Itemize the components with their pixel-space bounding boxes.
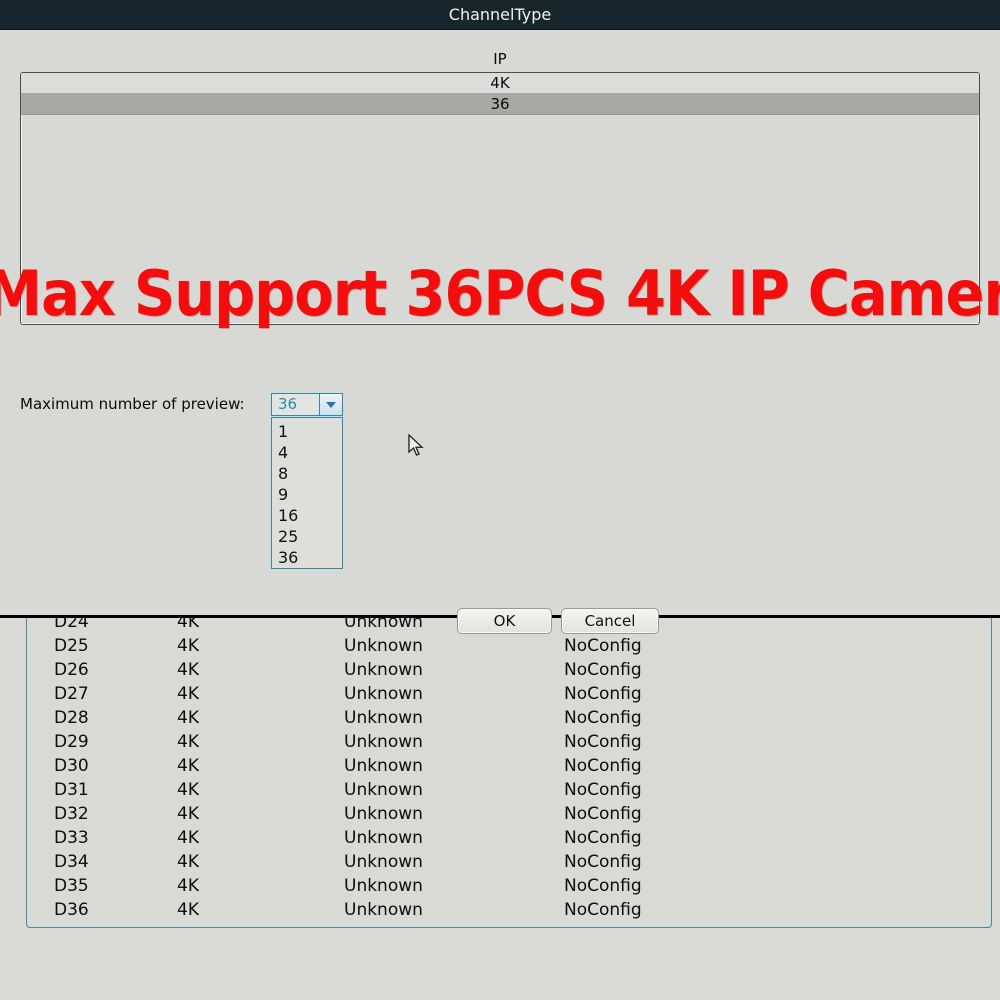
cell-status: Unknown xyxy=(344,636,423,656)
cell-status: Unknown xyxy=(344,756,423,776)
dialog-title: ChannelType xyxy=(448,5,552,24)
ok-button[interactable]: OK xyxy=(457,608,552,634)
dropdown-option[interactable]: 8 xyxy=(272,463,342,484)
table-row[interactable]: D36 4K Unknown NoConfig xyxy=(27,898,991,922)
cell-resolution: 4K xyxy=(177,636,199,656)
cell-config: NoConfig xyxy=(564,780,642,800)
channel-table-body: D244KUnknownNoConfigD254KUnknownNoConfig… xyxy=(27,610,991,922)
listbox-row[interactable]: 4K xyxy=(21,73,979,94)
dropdown-option[interactable]: 25 xyxy=(272,526,342,547)
cell-config: NoConfig xyxy=(564,804,642,824)
overlay-promo-text: Max Support 36PCS 4K IP Camera xyxy=(0,257,1000,330)
cell-status: Unknown xyxy=(344,804,423,824)
cell-channel: D28 xyxy=(54,708,89,728)
cell-status: Unknown xyxy=(344,684,423,704)
cell-channel: D34 xyxy=(54,852,89,872)
cell-resolution: 4K xyxy=(177,852,199,872)
cell-config: NoConfig xyxy=(564,900,642,920)
max-preview-label: Maximum number of preview: xyxy=(20,395,245,413)
cell-resolution: 4K xyxy=(177,876,199,896)
cell-channel: D36 xyxy=(54,900,89,920)
cell-status: Unknown xyxy=(344,708,423,728)
dialog-titlebar: ChannelType xyxy=(0,0,1000,30)
cell-status: Unknown xyxy=(344,828,423,848)
cell-resolution: 4K xyxy=(177,756,199,776)
table-row[interactable]: D35 4K Unknown NoConfig xyxy=(27,874,991,898)
listbox-rows: 4K 36 xyxy=(21,73,979,115)
table-row[interactable]: D26 4K Unknown NoConfig xyxy=(27,658,991,682)
cell-config: NoConfig xyxy=(564,852,642,872)
table-row[interactable]: D32 4K Unknown NoConfig xyxy=(27,802,991,826)
cell-resolution: 4K xyxy=(177,900,199,920)
dropdown-option[interactable]: 1 xyxy=(272,421,342,442)
table-row[interactable]: D34 4K Unknown NoConfig xyxy=(27,850,991,874)
cell-resolution: 4K xyxy=(177,780,199,800)
cell-status: Unknown xyxy=(344,732,423,752)
cell-channel: D32 xyxy=(54,804,89,824)
cell-channel: D31 xyxy=(54,780,89,800)
cell-resolution: 4K xyxy=(177,684,199,704)
cell-resolution: 4K xyxy=(177,708,199,728)
cell-status: Unknown xyxy=(344,660,423,680)
table-row[interactable]: D31 4K Unknown NoConfig xyxy=(27,778,991,802)
cell-config: NoConfig xyxy=(564,684,642,704)
cell-channel: D35 xyxy=(54,876,89,896)
cell-config: NoConfig xyxy=(564,732,642,752)
cell-config: NoConfig xyxy=(564,876,642,896)
dropdown-option[interactable]: 16 xyxy=(272,505,342,526)
mouse-cursor xyxy=(408,433,426,458)
cell-resolution: 4K xyxy=(177,660,199,680)
dialog-cancel-button[interactable]: Cancel xyxy=(561,608,659,634)
cell-config: NoConfig xyxy=(564,756,642,776)
dropdown-option[interactable]: 4 xyxy=(272,442,342,463)
cell-status: Unknown xyxy=(344,900,423,920)
cell-config: NoConfig xyxy=(564,708,642,728)
dropdown-option[interactable]: 9 xyxy=(272,484,342,505)
table-row[interactable]: D30 4K Unknown NoConfig xyxy=(27,754,991,778)
table-row[interactable]: D29 4K Unknown NoConfig xyxy=(27,730,991,754)
table-row[interactable]: D27 4K Unknown NoConfig xyxy=(27,682,991,706)
cell-channel: D25 xyxy=(54,636,89,656)
table-row[interactable]: D33 4K Unknown NoConfig xyxy=(27,826,991,850)
cell-status: Unknown xyxy=(344,852,423,872)
dropdown-option[interactable]: 36 xyxy=(272,547,342,568)
channel-table[interactable]: D244KUnknownNoConfigD254KUnknownNoConfig… xyxy=(26,610,992,928)
chevron-down-icon[interactable] xyxy=(319,394,342,415)
cell-config: NoConfig xyxy=(564,828,642,848)
table-row[interactable]: D28 4K Unknown NoConfig xyxy=(27,706,991,730)
cell-channel: D27 xyxy=(54,684,89,704)
cell-resolution: 4K xyxy=(177,828,199,848)
cell-channel: D26 xyxy=(54,660,89,680)
cell-resolution: 4K xyxy=(177,732,199,752)
chevron-down-glyph xyxy=(326,401,336,408)
max-preview-value: 36 xyxy=(278,395,298,413)
channeltype-dialog: ChannelType IP 4K 36 Max Support 36PCS 4K… xyxy=(0,0,1000,634)
cell-config: NoConfig xyxy=(564,660,642,680)
cell-resolution: 4K xyxy=(177,804,199,824)
listbox-row[interactable]: 36 xyxy=(21,94,979,115)
channel-management-window: D244KUnknownNoConfigD254KUnknownNoConfig… xyxy=(0,610,1000,1000)
screen-root: D244KUnknownNoConfigD254KUnknownNoConfig… xyxy=(0,0,1000,1000)
dialog-body: IP 4K 36 Max Support 36PCS 4K IP Camera M… xyxy=(0,30,1000,634)
cell-config: NoConfig xyxy=(564,636,642,656)
cell-channel: D30 xyxy=(54,756,89,776)
table-row[interactable]: D25 4K Unknown NoConfig xyxy=(27,634,991,658)
ip-column-header: IP xyxy=(493,50,507,68)
cell-status: Unknown xyxy=(344,780,423,800)
cell-channel: D33 xyxy=(54,828,89,848)
max-preview-combobox[interactable]: 36 xyxy=(271,393,343,416)
max-preview-dropdown-list[interactable]: 1 4 8 9 16 25 36 xyxy=(271,417,343,569)
cell-status: Unknown xyxy=(344,876,423,896)
cell-channel: D29 xyxy=(54,732,89,752)
